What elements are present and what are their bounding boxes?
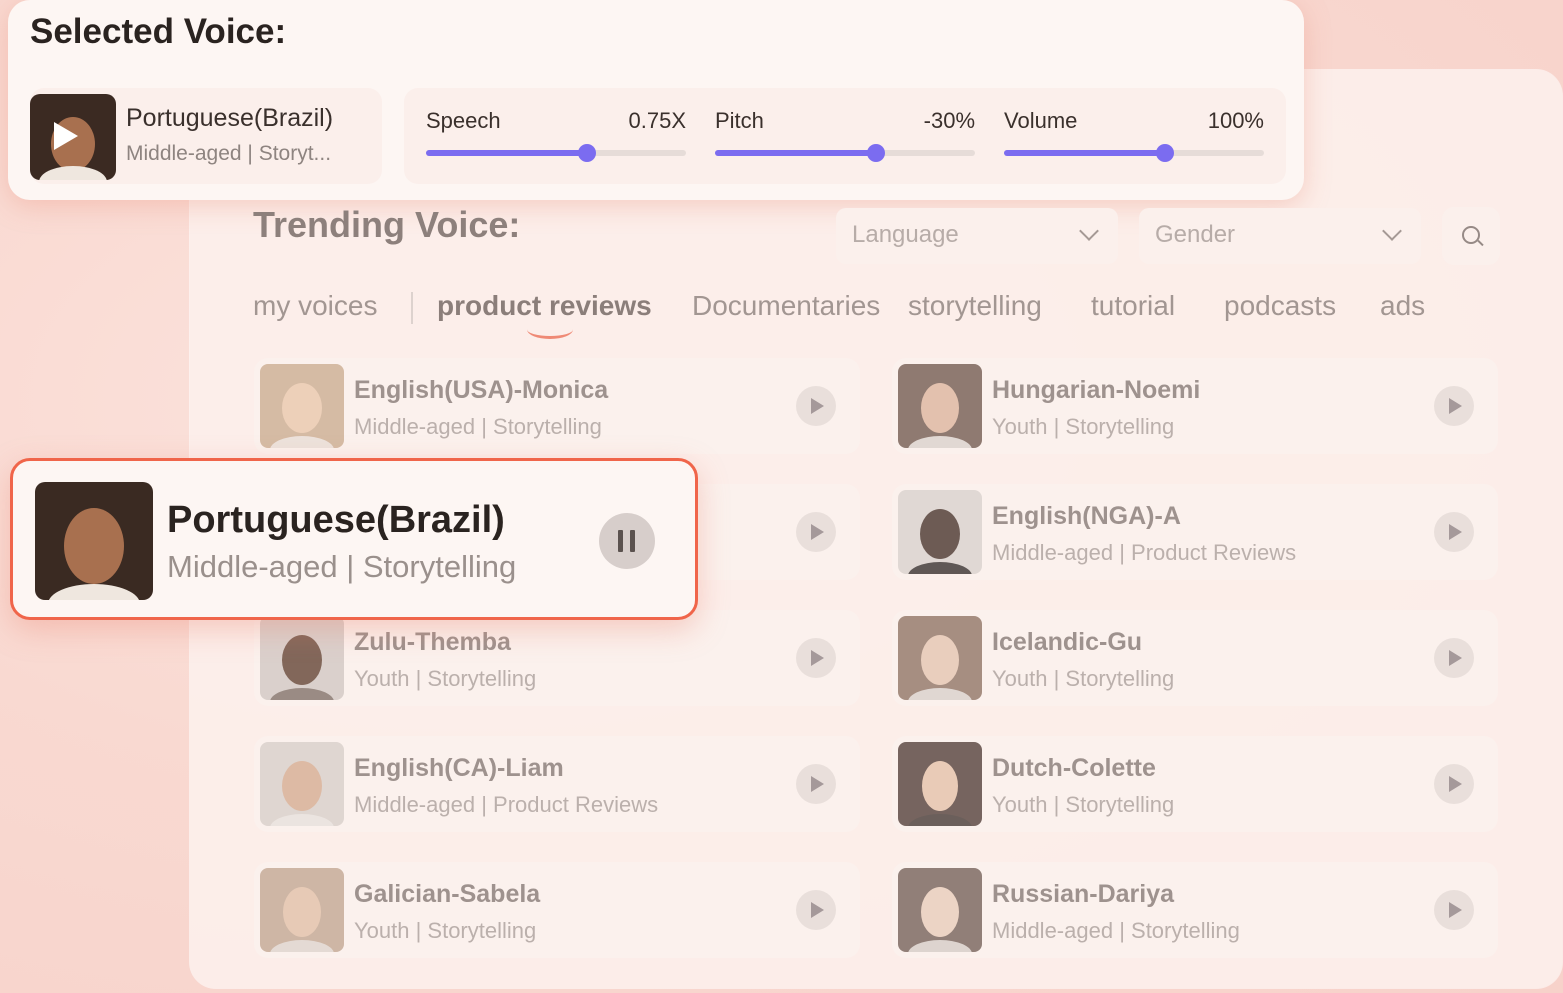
tab-documentaries[interactable]: Documentaries [692,290,880,322]
voice-card[interactable]: Galician-Sabela Youth | Storytelling [254,862,860,958]
play-icon[interactable] [796,512,836,552]
avatar [898,364,982,448]
tab-storytelling[interactable]: storytelling [908,290,1042,322]
avatar [898,490,982,574]
tab-divider [411,292,413,324]
avatar [260,616,344,700]
slider-fill [426,150,588,156]
language-placeholder: Language [852,221,959,248]
trending-title: Trending Voice: [253,204,521,245]
selected-voice-meta: Middle-aged | Storyt... [126,142,332,165]
voice-meta: Middle-aged | Product Reviews [354,792,659,817]
avatar [898,742,982,826]
voice-card[interactable]: Dutch-Colette Youth | Storytelling [892,736,1498,832]
voice-meta: Youth | Storytelling [992,792,1175,817]
voice-card[interactable]: English(USA)-Monica Middle-aged | Storyt… [254,358,860,454]
voice-meta: Middle-aged | Storytelling [992,918,1240,943]
playing-voice-meta: Middle-aged | Storytelling [167,549,517,584]
avatar [260,868,344,952]
play-icon[interactable] [796,638,836,678]
search-button[interactable] [1442,207,1500,265]
selected-voice-title: Selected Voice: [30,12,287,51]
tab-ads[interactable]: ads [1380,290,1425,322]
play-icon[interactable] [1434,386,1474,426]
voice-name: English(NGA)-A [992,502,1181,530]
voice-meta: Youth | Storytelling [992,666,1175,691]
selected-voice-card: Selected Voice: Portuguese(Brazil) Middl… [8,0,1304,200]
play-icon[interactable] [796,890,836,930]
voice-card[interactable]: Zulu-Themba Youth | Storytelling [254,610,860,706]
voice-name: English(USA)-Monica [354,376,609,404]
voice-meta: Youth | Storytelling [992,414,1175,439]
voice-meta: Youth | Storytelling [354,666,537,691]
avatar [35,482,153,600]
slider-handle[interactable] [1156,144,1175,162]
pitch-label: Pitch [715,108,764,133]
playing-voice-name: Portuguese(Brazil) [167,499,505,541]
play-icon[interactable] [54,122,78,150]
slider-fill [715,150,877,156]
voice-name: Icelandic-Gu [992,628,1143,656]
slider-track[interactable] [715,144,975,162]
tab-product-reviews[interactable]: product reviews [437,290,652,322]
active-tab-indicator [527,320,573,339]
play-icon[interactable] [1434,638,1474,678]
tab-podcasts[interactable]: podcasts [1224,290,1336,322]
play-icon[interactable] [1434,512,1474,552]
gender-placeholder: Gender [1155,221,1236,248]
search-icon-handle [1477,239,1484,247]
play-icon[interactable] [1434,890,1474,930]
speech-value: 0.75X [628,108,687,133]
selected-voice-name: Portuguese(Brazil) [126,104,334,132]
voice-card[interactable]: Icelandic-Gu Youth | Storytelling [892,610,1498,706]
volume-value: 100% [1207,108,1264,133]
play-icon[interactable] [796,764,836,804]
volume-slider[interactable]: Volume 100% [1004,88,1264,184]
slider-track[interactable] [426,144,686,162]
voice-name: English(CA)-Liam [354,754,564,782]
chevron-down-icon [1382,221,1402,241]
play-icon[interactable] [1434,764,1474,804]
voice-card[interactable]: Russian-Dariya Middle-aged | Storytellin… [892,862,1498,958]
avatar [260,742,344,826]
avatar [898,616,982,700]
speech-slider[interactable]: Speech 0.75X [426,88,686,184]
playing-voice-card[interactable]: Portuguese(Brazil) Middle-aged | Storyte… [10,458,698,620]
slider-track[interactable] [1004,144,1264,162]
voice-name: Dutch-Colette [992,754,1156,782]
tab-my-voices[interactable]: my voices [253,290,377,322]
voice-name: Zulu-Themba [354,628,511,656]
pause-icon[interactable] [599,513,655,569]
play-icon[interactable] [796,386,836,426]
avatar [260,364,344,448]
language-dropdown[interactable]: Language [836,208,1118,264]
slider-handle[interactable] [867,144,886,162]
voice-name: Galician-Sabela [354,880,541,908]
voice-meta: Middle-aged | Storytelling [354,414,602,439]
voice-settings: Speech 0.75X Pitch -30% Volume 100% [404,88,1286,184]
gender-dropdown[interactable]: Gender [1139,208,1421,264]
chevron-down-icon [1079,221,1099,241]
voice-card[interactable]: English(CA)-Liam Middle-aged | Product R… [254,736,860,832]
selected-voice-item[interactable]: Portuguese(Brazil) Middle-aged | Storyt.… [30,88,382,184]
slider-fill [1004,150,1166,156]
voice-name: Russian-Dariya [992,880,1175,908]
voice-name: Hungarian-Noemi [992,376,1201,404]
volume-label: Volume [1004,108,1078,133]
pitch-slider[interactable]: Pitch -30% [715,88,975,184]
voice-meta: Youth | Storytelling [354,918,537,943]
avatar [30,94,116,180]
voice-card[interactable]: English(NGA)-A Middle-aged | Product Rev… [892,484,1498,580]
speech-label: Speech [426,108,501,133]
voice-card[interactable]: Hungarian-Noemi Youth | Storytelling [892,358,1498,454]
tab-tutorial[interactable]: tutorial [1091,290,1175,322]
avatar [898,868,982,952]
voice-meta: Middle-aged | Product Reviews [992,540,1297,565]
pitch-value: -30% [923,108,975,133]
slider-handle[interactable] [578,144,597,162]
